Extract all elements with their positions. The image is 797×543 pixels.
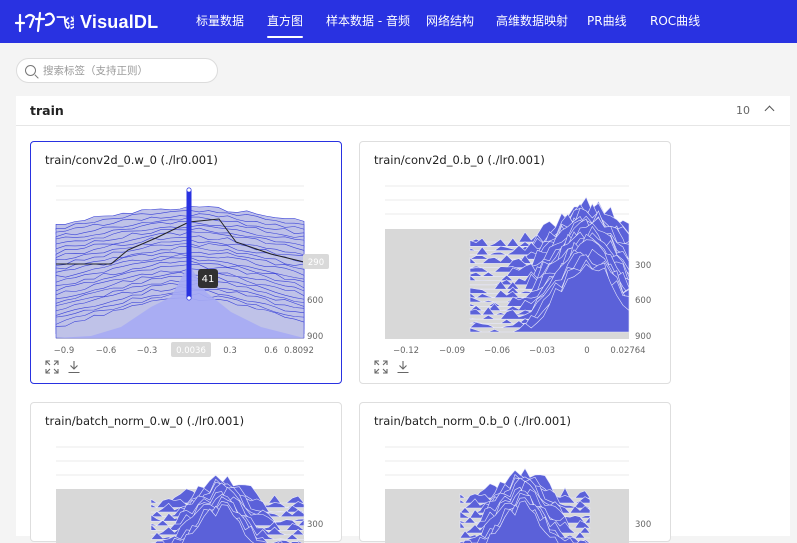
nav-graph[interactable]: 网络结构 bbox=[426, 12, 474, 29]
histogram-ridges bbox=[460, 469, 590, 543]
nav-high-dimensional[interactable]: 高维数据映射 bbox=[496, 12, 568, 29]
y-tick-label: 300 bbox=[635, 261, 651, 271]
histogram-chart[interactable]: 300 bbox=[360, 403, 672, 543]
chevron-up-icon[interactable] bbox=[765, 106, 775, 116]
download-icon[interactable] bbox=[396, 360, 410, 374]
histogram-card[interactable]: train/batch_norm_0.b_0 (./lr0.001) 300 bbox=[359, 402, 671, 542]
group-header[interactable]: train 10 bbox=[16, 96, 790, 126]
y-tick-label: 900 bbox=[635, 332, 651, 342]
x-tick-label: 0.3 bbox=[223, 346, 237, 356]
x-tick-label: 0.6 bbox=[264, 346, 278, 356]
fullscreen-icon[interactable] bbox=[374, 360, 388, 374]
x-tick-label: 0 bbox=[584, 346, 589, 356]
tooltip-value: 41 bbox=[202, 274, 215, 285]
download-icon[interactable] bbox=[67, 360, 81, 374]
group-count: 10 bbox=[736, 104, 750, 117]
y-tick-label: 600 bbox=[635, 296, 651, 306]
nav-samples-audio[interactable]: 样本数据 - 音频 bbox=[326, 12, 410, 29]
histogram-card[interactable]: train/conv2d_0.b_0 (./lr0.001) 300 600 9… bbox=[359, 141, 671, 384]
x-tick-label: −0.9 bbox=[54, 346, 75, 356]
x-tick-label: −0.6 bbox=[96, 346, 117, 356]
logo[interactable]: 飞桨 VisualDL bbox=[14, 8, 158, 36]
histogram-card[interactable]: train/conv2d_0.w_0 (./lr0.001) 41 290 60… bbox=[30, 141, 342, 384]
search-icon bbox=[25, 65, 36, 76]
tag-search[interactable] bbox=[16, 58, 218, 83]
paddle-logo-icon: 飞桨 bbox=[14, 9, 74, 35]
y-tick-label: 900 bbox=[307, 332, 323, 342]
logo-text: 飞桨 bbox=[56, 15, 74, 32]
y-tick-label: 300 bbox=[307, 520, 323, 530]
y-highlight-label: 290 bbox=[308, 258, 324, 268]
nav-pr-curve[interactable]: PR曲线 bbox=[587, 12, 627, 29]
y-tick-label: 600 bbox=[307, 296, 323, 306]
brand-name: VisualDL bbox=[80, 12, 158, 33]
nav-roc-curve[interactable]: ROC曲线 bbox=[650, 12, 700, 29]
x-highlight-label: 0.0036 bbox=[176, 346, 206, 356]
nav-scalars[interactable]: 标量数据 bbox=[196, 12, 244, 29]
nav-histogram[interactable]: 直方图 bbox=[267, 12, 303, 29]
x-tick-label: −0.06 bbox=[484, 346, 510, 356]
histogram-chart[interactable]: 300 bbox=[31, 403, 343, 543]
x-tick-label: 0.02764 bbox=[610, 346, 645, 356]
y-tick-label: 300 bbox=[635, 520, 651, 530]
histogram-card[interactable]: train/batch_norm_0.w_0 (./lr0.001) 300 bbox=[30, 402, 342, 542]
histogram-chart[interactable]: 41 290 600 900 −0.9 −0.6 −0.3 0.0036 0.3… bbox=[31, 142, 343, 385]
search-input[interactable] bbox=[43, 62, 213, 79]
x-tick-label: 0.8092 bbox=[284, 346, 314, 356]
histogram-chart[interactable]: 300 600 900 −0.12 −0.09 −0.06 −0.03 0 0.… bbox=[360, 142, 672, 385]
group-title: train bbox=[30, 103, 64, 118]
fullscreen-icon[interactable] bbox=[45, 360, 59, 374]
top-nav: 飞桨 VisualDL 标量数据 直方图 样本数据 - 音频 网络结构 高维数据… bbox=[0, 0, 797, 43]
x-tick-label: −0.03 bbox=[529, 346, 555, 356]
x-tick-label: −0.12 bbox=[393, 346, 419, 356]
x-tick-label: −0.09 bbox=[439, 346, 465, 356]
x-tick-label: −0.3 bbox=[137, 346, 158, 356]
